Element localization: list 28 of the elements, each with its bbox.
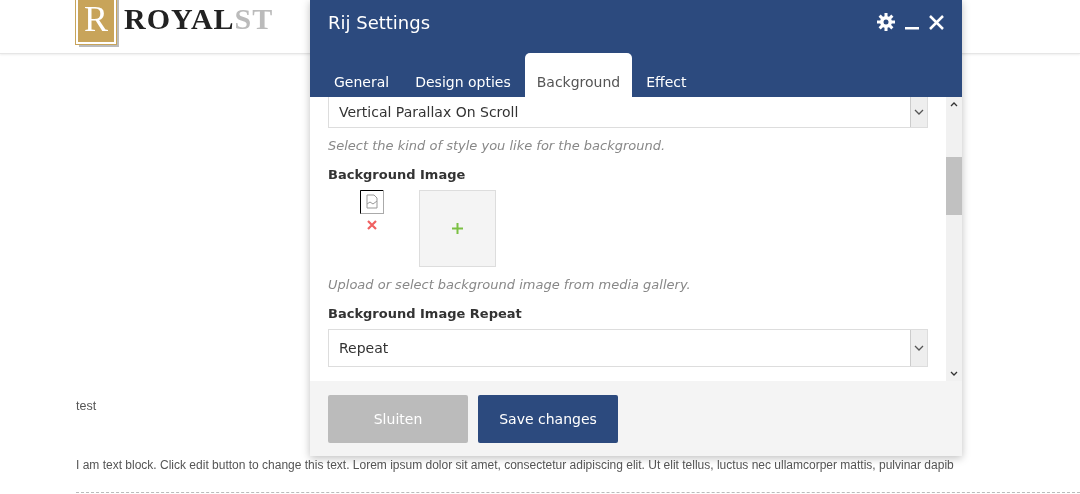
save-button[interactable]: Save changes <box>478 394 618 443</box>
tab[interactable]: Effect <box>634 53 699 97</box>
tab[interactable]: General <box>322 53 402 97</box>
close-icon[interactable] <box>929 14 944 30</box>
scrollbar-thumb[interactable] <box>946 157 962 215</box>
scrollbar[interactable] <box>946 97 962 381</box>
help-text: Upload or select background image from media gallery. <box>328 277 692 292</box>
dialog-title: Rij Settings <box>328 11 432 33</box>
tab[interactable]: Background <box>524 53 633 97</box>
field-label: Background Image Repeat <box>328 306 523 321</box>
logo-text-light: ST <box>234 2 274 36</box>
settings-icon[interactable] <box>877 13 895 31</box>
select-field[interactable]: Repeat <box>328 329 928 367</box>
heading-text: test <box>76 399 97 413</box>
remove-icon[interactable] <box>367 220 377 230</box>
chevron-down-icon <box>914 109 924 115</box>
broken-image-icon <box>360 190 384 214</box>
scroll-down-icon[interactable] <box>950 371 958 377</box>
plus-icon <box>452 223 463 234</box>
tab[interactable]: Design opties <box>403 53 523 97</box>
chevron-down-icon <box>914 345 924 351</box>
help-text: Select the kind of style you like for the background. <box>328 138 667 153</box>
field-label: Background Image <box>328 167 467 182</box>
select-field[interactable]: Vertical Parallax On Scroll <box>328 97 928 128</box>
scroll-up-icon[interactable] <box>950 101 958 107</box>
logo-icon: R <box>76 0 116 44</box>
paragraph-text: I am text block. Click edit button to change this text. Lorem ipsum dolor sit amet, consectetur adipiscing elit. Ut elit tellus, luctus nec ullamcorper mattis, pulvinar dapib <box>76 458 954 472</box>
logo-text: ROYAL <box>124 2 235 36</box>
